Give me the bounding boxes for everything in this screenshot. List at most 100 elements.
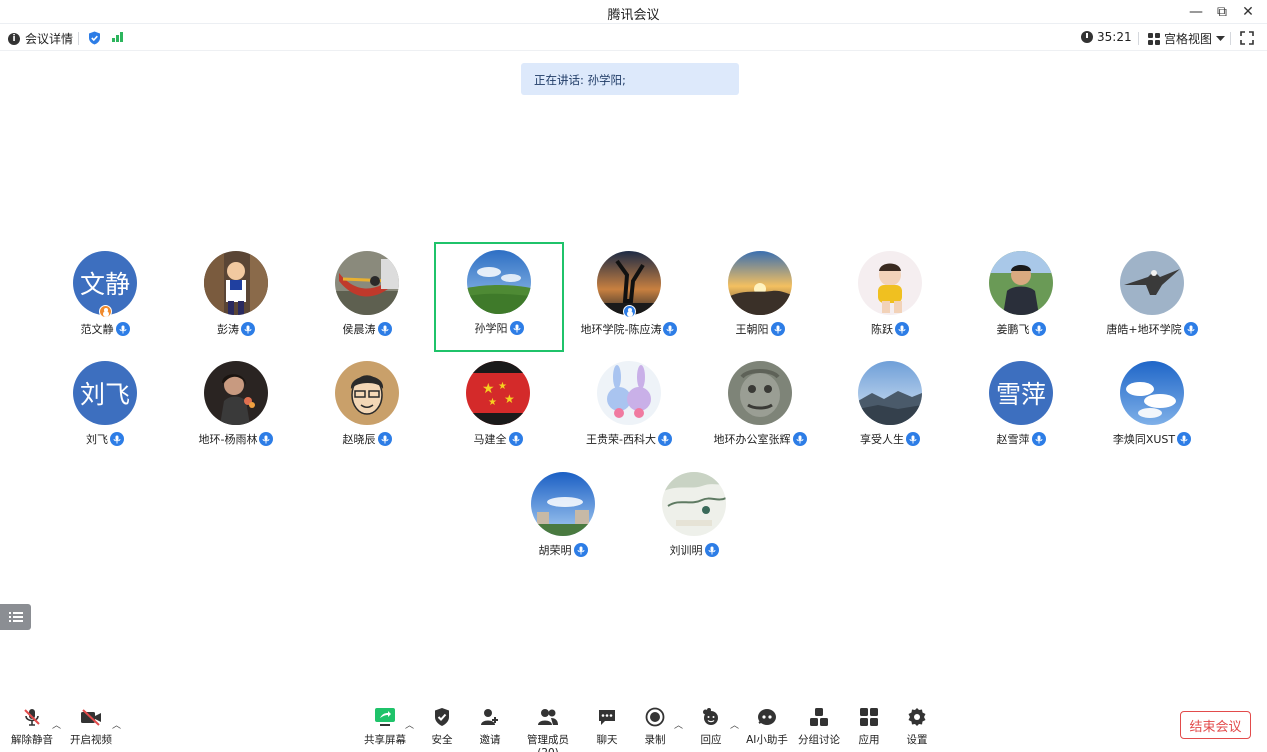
member-list-toggle[interactable] bbox=[0, 604, 31, 630]
close-button[interactable]: ✕ bbox=[1237, 2, 1259, 22]
participant-tile[interactable]: 地环办公室张辉 bbox=[695, 353, 825, 463]
participant-tile[interactable]: 文静 范文静 bbox=[40, 243, 170, 353]
participant-name-row: 地环-杨雨林 bbox=[171, 431, 301, 447]
participant-tile[interactable]: 雪萍 赵雪萍 bbox=[956, 353, 1086, 463]
meeting-timer: 35:21 bbox=[1081, 30, 1132, 44]
avatar bbox=[989, 251, 1053, 315]
svg-text:★: ★ bbox=[488, 397, 497, 408]
avatar bbox=[1120, 361, 1184, 425]
minimize-icon: — bbox=[1189, 4, 1203, 20]
participant-tile[interactable]: 彭涛 bbox=[171, 243, 301, 353]
participant-tile[interactable]: 地环学院-陈应涛 bbox=[564, 243, 694, 353]
participant-name-row: 孙学阳 bbox=[436, 320, 562, 336]
participant-tile[interactable]: 刘训明 bbox=[629, 464, 759, 574]
mic-icon bbox=[241, 322, 255, 336]
raise-hand-icon bbox=[700, 706, 722, 728]
participant-tile[interactable]: ★ ★ ★ ★ 马建全 bbox=[433, 353, 563, 463]
participant-tile[interactable]: 唐皓+地环学院 bbox=[1087, 243, 1217, 353]
invite-button[interactable]: 邀请 bbox=[473, 706, 507, 747]
participant-tile[interactable]: 陈跃 bbox=[825, 243, 955, 353]
participant-tile[interactable]: 刘飞 刘飞 bbox=[40, 353, 170, 463]
participant-tile[interactable]: 李焕同XUST bbox=[1087, 353, 1217, 463]
avatar bbox=[858, 251, 922, 315]
participant-tile[interactable]: 侯晨涛 bbox=[302, 243, 432, 353]
start-video-button[interactable]: 开启视频 bbox=[69, 706, 113, 747]
avatar bbox=[728, 251, 792, 315]
participant-name-row: 胡荣明 bbox=[498, 542, 628, 558]
restore-icon: ⧉ bbox=[1217, 4, 1227, 20]
ai-assistant-button[interactable]: AI小助手 bbox=[746, 706, 788, 747]
audio-options-chevron-icon[interactable]: ︿ bbox=[52, 718, 61, 731]
chat-button[interactable]: 聊天 bbox=[590, 706, 624, 747]
title-bar: 腾讯会议 — ⧉ ✕ bbox=[0, 0, 1267, 24]
mic-icon bbox=[657, 432, 672, 446]
restore-button[interactable]: ⧉ bbox=[1211, 2, 1233, 22]
participant-name-row: 地环办公室张辉 bbox=[695, 431, 825, 447]
avatar bbox=[1120, 251, 1184, 315]
security-button[interactable]: 安全 bbox=[425, 706, 459, 747]
svg-text:★: ★ bbox=[498, 381, 507, 392]
share-screen-button[interactable]: 共享屏幕 bbox=[363, 706, 407, 747]
breakout-icon bbox=[808, 706, 830, 728]
avatar bbox=[204, 251, 268, 315]
participant-name-row: 侯晨涛 bbox=[302, 321, 432, 337]
end-meeting-button[interactable]: 结束会议 bbox=[1180, 711, 1251, 739]
breakout-rooms-button[interactable]: 分组讨论 bbox=[798, 706, 840, 747]
participant-name-row: 姜鹏飞 bbox=[956, 321, 1086, 337]
camera-off-icon bbox=[80, 706, 102, 728]
meeting-info-button[interactable]: i 会议详情 bbox=[8, 30, 73, 47]
mic-icon bbox=[704, 543, 719, 557]
timer-value: 35:21 bbox=[1097, 30, 1132, 44]
participant-tile[interactable]: 地环-杨雨林 bbox=[171, 353, 301, 463]
gear-icon bbox=[906, 706, 928, 728]
participant-tile-active-speaker[interactable]: 孙学阳 bbox=[434, 242, 564, 352]
meeting-info-label: 会议详情 bbox=[25, 32, 74, 46]
participant-tile[interactable]: 姜鹏飞 bbox=[956, 243, 1086, 353]
grid-view-icon bbox=[1148, 32, 1160, 45]
ai-assistant-icon bbox=[756, 706, 778, 728]
participant-name-row: 李焕同XUST bbox=[1087, 431, 1217, 447]
avatar: 刘飞 bbox=[73, 361, 137, 425]
avatar: ★ ★ ★ ★ bbox=[466, 361, 530, 425]
share-options-chevron-icon[interactable]: ︿ bbox=[405, 718, 414, 731]
apps-grid-icon bbox=[858, 706, 880, 728]
record-button[interactable]: 录制 bbox=[638, 706, 672, 747]
participant-name-row: 陈跃 bbox=[825, 321, 955, 337]
divider bbox=[1230, 32, 1231, 45]
participant-name-row: 唐皓+地环学院 bbox=[1087, 321, 1217, 337]
mic-icon bbox=[770, 322, 785, 336]
mic-icon bbox=[895, 322, 909, 336]
avatar bbox=[597, 361, 661, 425]
share-screen-icon bbox=[374, 706, 396, 728]
host-badge-icon bbox=[99, 305, 112, 318]
avatar bbox=[728, 361, 792, 425]
view-mode-dropdown[interactable]: 宫格视图 bbox=[1148, 30, 1226, 47]
fullscreen-button[interactable] bbox=[1240, 30, 1254, 49]
avatar bbox=[858, 361, 922, 425]
participant-name-row: 刘训明 bbox=[629, 542, 759, 558]
divider bbox=[1138, 32, 1139, 45]
participant-name-row: 刘飞 bbox=[40, 431, 170, 447]
shield-icon bbox=[431, 706, 453, 728]
clock-icon bbox=[1081, 31, 1093, 43]
settings-button[interactable]: 设置 bbox=[900, 706, 934, 747]
network-signal-icon[interactable] bbox=[112, 31, 123, 42]
unmute-button[interactable]: 解除静音 bbox=[11, 706, 53, 747]
participant-tile[interactable]: 王朝阳 bbox=[695, 243, 825, 353]
participant-tile[interactable]: 享受人生 bbox=[825, 353, 955, 463]
react-options-chevron-icon[interactable]: ︿ bbox=[730, 718, 739, 731]
manage-members-button[interactable]: 管理成员(20) bbox=[517, 706, 579, 752]
participant-tile[interactable]: 赵晓辰 bbox=[302, 353, 432, 463]
minimize-button[interactable]: — bbox=[1185, 2, 1207, 22]
participant-tile[interactable]: 胡荣明 bbox=[498, 464, 628, 574]
participant-name-row: 享受人生 bbox=[825, 431, 955, 447]
avatar bbox=[662, 472, 726, 536]
record-icon bbox=[644, 706, 666, 728]
react-button[interactable]: 回应 bbox=[694, 706, 728, 747]
apps-button[interactable]: 应用 bbox=[852, 706, 886, 747]
mic-icon bbox=[1031, 432, 1046, 446]
video-options-chevron-icon[interactable]: ︿ bbox=[112, 718, 121, 731]
participant-tile[interactable]: 王贵荣-西科大 bbox=[564, 353, 694, 463]
record-options-chevron-icon[interactable]: ︿ bbox=[674, 718, 683, 731]
security-shield-icon[interactable] bbox=[88, 30, 101, 49]
